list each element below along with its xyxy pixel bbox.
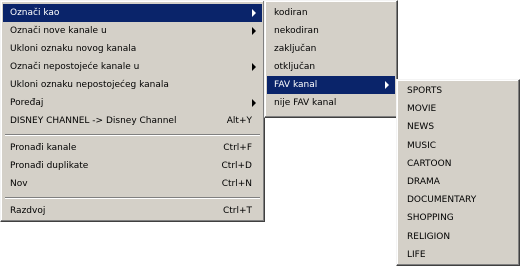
menu-item-label: FAV kanal [274, 80, 318, 90]
menu-item-oznaci-nepostojece-kanale-u[interactable]: Označi nepostojeće kanale u [3, 58, 262, 76]
fav-item-news[interactable]: NEWS [399, 118, 517, 136]
menu-item-label: Označi nove kanale u [10, 26, 107, 36]
menu-item-prona-i-duplikate[interactable]: Pronađi duplikate Ctrl+D [3, 157, 262, 175]
fav-item-religion[interactable]: RELIGION [399, 228, 517, 246]
submenu-item-nije-fav-kanal[interactable]: nije FAV kanal [267, 94, 395, 112]
context-menu: Označi kao Označi nove kanale u Ukloni ozn… [0, 0, 265, 222]
menu-item-label: Poređaj [10, 98, 44, 108]
submenu-item-zakljucan[interactable]: zaključan [267, 40, 395, 58]
menu-item-label: kodiran [274, 8, 308, 18]
menu-separator [5, 134, 260, 136]
fav-item-drama[interactable]: DRAMA [399, 173, 517, 191]
fav-item-cartoon[interactable]: CARTOON [399, 155, 517, 173]
menu-item-oznaci-kao[interactable]: Označi kao [3, 4, 262, 22]
menu-item-razdvoj[interactable]: Razdvoj Ctrl+T [3, 202, 262, 220]
menu-item-ukloni-oznaku-nepostojeceg-kanala[interactable]: Ukloni oznaku nepostojećeg kanala [3, 76, 262, 94]
menu-item-label: Ukloni oznaku novog kanala [10, 44, 137, 54]
menu-item-label: nije FAV kanal [274, 98, 337, 108]
fav-item-life[interactable]: LIFE [399, 246, 517, 264]
fav-item-sports[interactable]: SPORTS [399, 82, 517, 100]
menu-separator [5, 197, 260, 199]
menu-item-shortcut: Ctrl+N [221, 179, 252, 189]
fav-item-shopping[interactable]: SHOPPING [399, 209, 517, 227]
menu-item-disney-channel-disney-channel[interactable]: DISNEY CHANNEL -> Disney Channel Alt+Y [3, 112, 262, 130]
submenu-item-kodiran[interactable]: kodiran [267, 4, 395, 22]
menu-item-oznaci-nove-kanale-u[interactable]: Označi nove kanale u [3, 22, 262, 40]
menu-item-label: Ukloni oznaku nepostojećeg kanala [10, 80, 169, 90]
mark-as-submenu: kodiran nekodiran zaključan otključan FAV ka… [264, 0, 398, 118]
submenu-item-fav-kanal[interactable]: FAV kanal [267, 76, 395, 94]
fav-item-music[interactable]: MUSIC [399, 137, 517, 155]
submenu-arrow-icon [385, 81, 389, 89]
menu-item-label: Nov [10, 179, 28, 189]
menu-item-label: zaključan [274, 44, 317, 54]
menu-item-shortcut: Ctrl+T [222, 206, 252, 216]
submenu-arrow-icon [252, 27, 256, 35]
submenu-arrow-icon [252, 99, 256, 107]
menu-item-pore-aj[interactable]: Poređaj [3, 94, 262, 112]
menu-item-label: nekodiran [274, 26, 319, 36]
menu-item-label: Pronađi duplikate [10, 161, 89, 171]
fav-item-movie[interactable]: MOVIE [399, 100, 517, 118]
submenu-item-otkljucan[interactable]: otključan [267, 58, 395, 76]
menu-item-label: Označi nepostojeće kanale u [10, 62, 140, 72]
menu-item-label: Označi kao [10, 8, 60, 18]
submenu-arrow-icon [252, 9, 256, 17]
fav-channel-submenu: SPORTS MOVIE NEWS MUSIC CARTOON DRAMA DOCUMENT… [396, 79, 520, 266]
menu-item-ukloni-oznaku-novog-kanala[interactable]: Ukloni oznaku novog kanala [3, 40, 262, 58]
submenu-arrow-icon [252, 63, 256, 71]
menu-item-label: Razdvoj [10, 206, 46, 216]
menu-item-label: Pronađi kanale [10, 143, 77, 153]
menu-item-nov[interactable]: Nov Ctrl+N [3, 175, 262, 193]
fav-item-documentary[interactable]: DOCUMENTARY [399, 191, 517, 209]
menu-item-shortcut: Ctrl+D [221, 161, 253, 171]
menu-item-shortcut: Ctrl+F [223, 143, 252, 153]
menu-item-label: DISNEY CHANNEL -> Disney Channel [10, 116, 177, 126]
menu-item-label: otključan [274, 62, 316, 72]
menu-item-prona-i-kanale[interactable]: Pronađi kanale Ctrl+F [3, 139, 262, 157]
menu-item-shortcut: Alt+Y [226, 116, 252, 126]
submenu-item-nekodiran[interactable]: nekodiran [267, 22, 395, 40]
